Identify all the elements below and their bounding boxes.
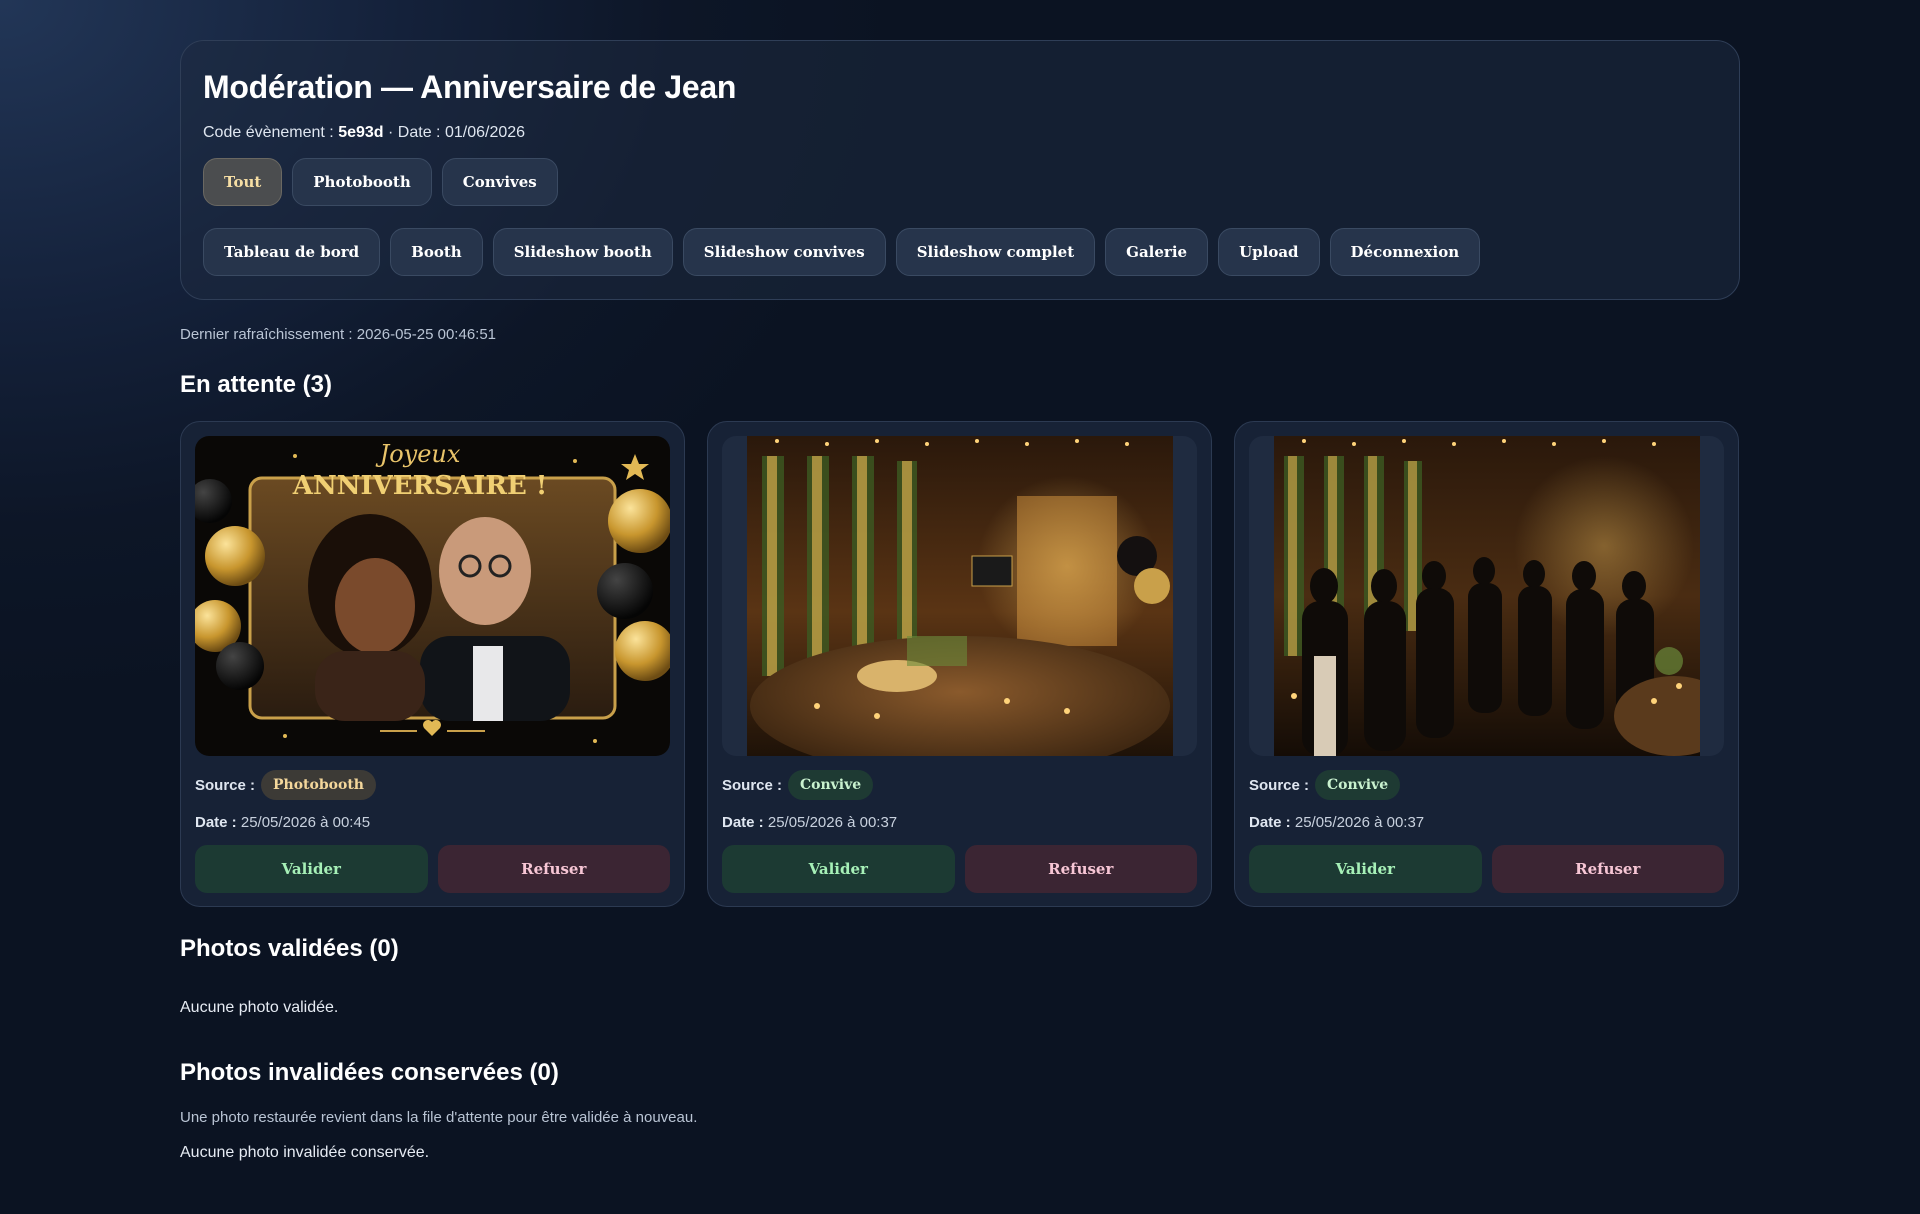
date-row: Date : 25/05/2026 à 00:37 [1249,814,1724,831]
source-row: Source : Convive [722,770,1197,800]
photo-card: Joyeux ANNIVERSAIRE ! Source: Photoboot… [180,421,685,907]
filter-guests-button[interactable]: Convives [441,158,558,206]
date-value: 25/05/2026 à 00:45 [240,814,371,831]
invalidated-section-title: Photos invalidées conservées (0) [180,1059,559,1086]
source-row: Source : Convive [1249,770,1724,800]
validated-section-title: Photos validées (0) [180,935,399,962]
page: Modération — Anniversaire de Jean Code é… [180,40,1740,1162]
photo-card: Source : Convive Date : 25/05/2026 à 00:… [1234,421,1739,907]
refuse-button[interactable]: Refuser [964,845,1197,893]
card-actions: Valider Refuser [1249,845,1724,893]
filter-tabs: Tout Photobooth Convives [203,158,1717,206]
date-row: Date : 25/05/2026 à 00:45 [195,814,670,831]
date-row: Date : 25/05/2026 à 00:37 [722,814,1197,831]
nav-slideshow-guests-button[interactable]: Slideshow convives [682,228,886,276]
source-badge: Photobooth [261,770,376,800]
source-badge: Convive [1315,770,1401,800]
nav-upload-button[interactable]: Upload [1218,228,1320,276]
validate-button[interactable]: Valider [195,845,428,893]
frame-text-anniversaire: ANNIVERSAIRE ! [292,471,547,501]
nav-booth-button[interactable]: Booth [390,228,483,276]
event-code-label: Code évènement : [203,124,334,141]
nav-slideshow-full-button[interactable]: Slideshow complet [895,228,1096,276]
card-actions: Valider Refuser [195,845,670,893]
nav-bar: Tableau de bord Booth Slideshow booth Sl… [203,228,1717,276]
pending-cards: Joyeux ANNIVERSAIRE ! Source: Photoboot… [180,421,1740,907]
source-label: Source : [722,776,783,794]
date-label: Date : [722,814,764,831]
photo-frame [1249,436,1724,756]
nav-dashboard-button[interactable]: Tableau de bord [203,228,381,276]
card-actions: Valider Refuser [722,845,1197,893]
filter-photobooth-button[interactable]: Photobooth [292,158,432,206]
date-label: Date : [195,814,237,831]
source-row: Source : Photobooth [195,770,670,800]
validate-button[interactable]: Valider [722,845,955,893]
page-title: Modération — Anniversaire de Jean [203,69,737,105]
source-badge: Convive [788,770,874,800]
event-date-value: 01/06/2026 [444,124,526,141]
nav-slideshow-booth-button[interactable]: Slideshow booth [492,228,673,276]
photo-card: Source : Convive Date : 25/05/2026 à 00:… [707,421,1212,907]
refuse-button[interactable]: Refuser [437,845,670,893]
invalidated-empty-text: Aucune photo invalidée conservée. [180,1144,430,1161]
source-label: Source : [1249,776,1310,794]
header-panel: Modération — Anniversaire de Jean Code é… [180,40,1740,300]
validate-button[interactable]: Valider [1249,845,1482,893]
last-refresh-text: Dernier rafraîchissement : 2026-05-25 00… [180,326,497,343]
photobooth-photo[interactable]: Joyeux ANNIVERSAIRE ! [195,436,670,756]
date-label: Date : [1249,814,1291,831]
source-label: Source : [195,776,256,794]
invalidated-hint-text: Une photo restaurée revient dans la file… [180,1109,698,1126]
filter-all-button[interactable]: Tout [203,158,283,206]
photo-frame [722,436,1197,756]
pending-section-title: En attente (3) [180,371,333,398]
frame-text-joyeux: Joyeux [375,440,461,468]
nav-logout-button[interactable]: Déconnexion [1329,228,1481,276]
event-code-value: 5e93d [338,124,384,141]
nav-gallery-button[interactable]: Galerie [1105,228,1209,276]
event-meta: Code évènement : 5e93d · Date : 01/06/20… [203,124,1717,142]
date-value: 25/05/2026 à 00:37 [1294,814,1425,831]
photo-frame: Joyeux ANNIVERSAIRE ! [195,436,670,756]
refuse-button[interactable]: Refuser [1491,845,1724,893]
event-date-label: · Date : [388,124,441,141]
date-value: 25/05/2026 à 00:37 [767,814,898,831]
validated-empty-text: Aucune photo validée. [180,999,339,1016]
guest-photo[interactable] [746,436,1173,756]
guest-photo[interactable] [1273,436,1700,756]
